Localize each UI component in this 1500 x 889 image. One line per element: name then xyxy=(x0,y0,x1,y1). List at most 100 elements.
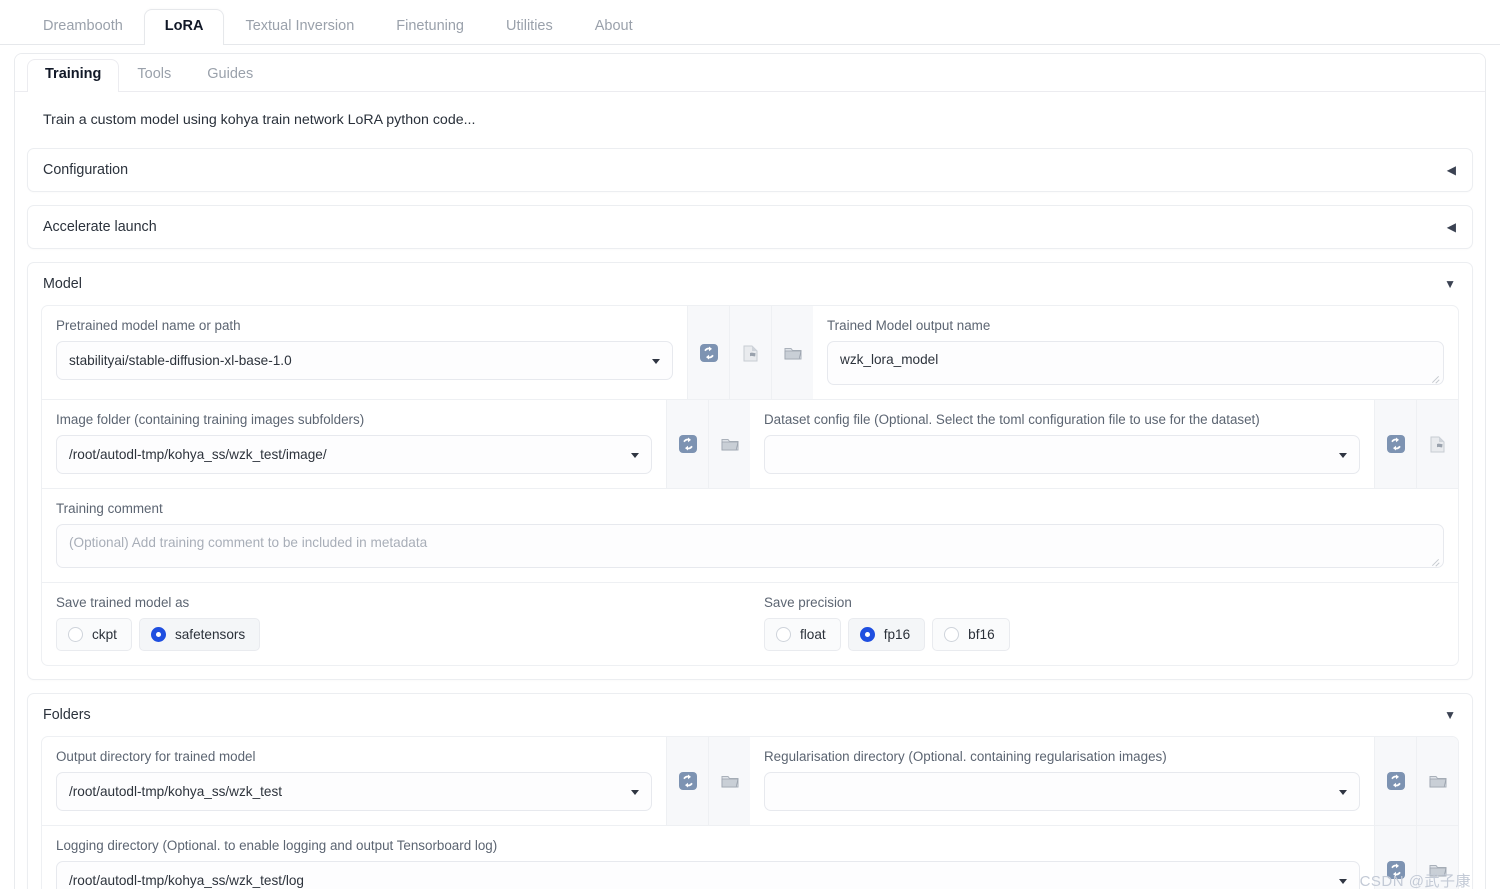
pretrained-model-actions xyxy=(687,306,813,399)
accordion-folders-title: Folders xyxy=(43,707,91,723)
model-row-4: Save trained model as ckpt safetensors S… xyxy=(42,583,1458,665)
radio-precision-float[interactable]: float xyxy=(764,618,841,651)
sub-tab-bar: Training Tools Guides xyxy=(15,54,1485,92)
model-field-group: Pretrained model name or path stabilitya… xyxy=(41,305,1459,666)
folder-open-icon-button[interactable] xyxy=(771,306,813,399)
image-folder-dropdown[interactable]: /root/autodl-tmp/kohya_ss/wzk_test/image… xyxy=(56,435,652,474)
accordion-model: Model ▼ Pretrained model name or path st… xyxy=(27,262,1473,680)
radio-save-as-safetensors[interactable]: safetensors xyxy=(138,618,261,651)
training-comment-label: Training comment xyxy=(56,501,163,516)
chevron-down-icon xyxy=(1339,789,1347,795)
radio-save-as-ckpt[interactable]: ckpt xyxy=(56,618,132,651)
tab-about[interactable]: About xyxy=(574,9,654,45)
folder-open-icon-button[interactable] xyxy=(708,400,750,488)
chevron-down-icon xyxy=(631,789,639,795)
radio-dot xyxy=(150,627,166,642)
folder-open-icon-button[interactable] xyxy=(1416,826,1458,889)
image-folder-actions xyxy=(666,400,750,488)
output-dir-value: /root/autodl-tmp/kohya_ss/wzk_test xyxy=(69,784,283,799)
accordion-configuration-header[interactable]: Configuration ◀ xyxy=(28,149,1472,191)
pretrained-model-dropdown[interactable]: stabilityai/stable-diffusion-xl-base-1.0 xyxy=(56,341,673,380)
tab-dreambooth[interactable]: Dreambooth xyxy=(22,9,144,45)
folder-open-icon-button[interactable] xyxy=(708,737,750,825)
lora-panel: Training Tools Guides Train a custom mod… xyxy=(14,53,1486,889)
radio-dot xyxy=(944,627,960,642)
logging-dir-actions xyxy=(1374,826,1458,889)
output-dir-cell: Output directory for trained model /root… xyxy=(42,737,666,825)
model-row-2: Image folder (containing training images… xyxy=(42,400,1458,489)
radio-label: safetensors xyxy=(174,627,246,642)
accordion-configuration: Configuration ◀ xyxy=(27,148,1473,192)
accordion-accelerate-launch-title: Accelerate launch xyxy=(43,219,157,235)
file-select-icon-button[interactable] xyxy=(1416,400,1458,488)
folder-open-icon-button[interactable] xyxy=(1416,737,1458,825)
output-dir-dropdown[interactable]: /root/autodl-tmp/kohya_ss/wzk_test xyxy=(56,772,652,811)
training-comment-placeholder: (Optional) Add training comment to be in… xyxy=(69,535,428,550)
image-folder-value: /root/autodl-tmp/kohya_ss/wzk_test/image… xyxy=(69,447,327,462)
refresh-icon-button[interactable] xyxy=(1374,826,1416,889)
tab-training[interactable]: Training xyxy=(27,59,120,92)
dataset-config-dropdown[interactable] xyxy=(764,435,1360,474)
pretrained-model-label: Pretrained model name or path xyxy=(56,318,241,333)
chevron-left-icon[interactable]: ◀ xyxy=(1447,221,1456,233)
chevron-down-icon xyxy=(1339,878,1347,884)
tab-textual-inversion[interactable]: Textual Inversion xyxy=(224,9,375,45)
refresh-icon-button[interactable] xyxy=(1374,400,1416,488)
save-precision-radio-group: float fp16 bf16 xyxy=(764,618,1444,651)
output-name-value: wzk_lora_model xyxy=(840,352,939,367)
resize-grip-icon[interactable] xyxy=(1429,371,1441,383)
dataset-config-cell: Dataset config file (Optional. Select th… xyxy=(750,400,1374,488)
model-row-3: Training comment (Optional) Add training… xyxy=(42,489,1458,583)
reg-dir-label: Regularisation directory (Optional. cont… xyxy=(764,749,1167,764)
dataset-config-actions xyxy=(1374,400,1458,488)
tab-guides[interactable]: Guides xyxy=(189,59,271,92)
accordion-folders-header[interactable]: Folders ▼ xyxy=(28,694,1472,736)
output-name-label: Trained Model output name xyxy=(827,318,991,333)
tab-finetuning[interactable]: Finetuning xyxy=(375,9,485,45)
chevron-down-icon[interactable]: ▼ xyxy=(1444,278,1456,290)
reg-dir-dropdown[interactable] xyxy=(764,772,1360,811)
save-precision-label: Save precision xyxy=(764,595,852,610)
intro-text: Train a custom model using kohya train n… xyxy=(43,112,476,128)
logging-dir-dropdown[interactable]: /root/autodl-tmp/kohya_ss/wzk_test/log xyxy=(56,861,1360,889)
refresh-icon-button[interactable] xyxy=(687,306,729,399)
save-as-label: Save trained model as xyxy=(56,595,190,610)
refresh-icon-button[interactable] xyxy=(1374,737,1416,825)
pretrained-model-value: stabilityai/stable-diffusion-xl-base-1.0 xyxy=(69,353,292,368)
resize-grip-icon[interactable] xyxy=(1429,554,1441,566)
chevron-down-icon xyxy=(652,358,660,364)
chevron-left-icon[interactable]: ◀ xyxy=(1447,164,1456,176)
image-folder-cell: Image folder (containing training images… xyxy=(42,400,666,488)
accordion-folders-body: Output directory for trained model /root… xyxy=(28,736,1472,889)
accordion-configuration-title: Configuration xyxy=(43,162,129,178)
tab-utilities[interactable]: Utilities xyxy=(485,9,574,45)
refresh-icon-button[interactable] xyxy=(666,400,708,488)
radio-dot xyxy=(68,627,83,642)
accordion-model-header[interactable]: Model ▼ xyxy=(28,263,1472,305)
logging-dir-cell: Logging directory (Optional. to enable l… xyxy=(42,826,1374,889)
save-precision-cell: Save precision float fp16 bf16 xyxy=(750,583,1458,665)
training-comment-input[interactable]: (Optional) Add training comment to be in… xyxy=(56,524,1444,568)
radio-precision-fp16[interactable]: fp16 xyxy=(847,618,926,651)
save-as-cell: Save trained model as ckpt safetensors xyxy=(42,583,750,665)
chevron-down-icon[interactable]: ▼ xyxy=(1444,709,1456,721)
folders-field-group: Output directory for trained model /root… xyxy=(41,736,1459,889)
logging-dir-label: Logging directory (Optional. to enable l… xyxy=(56,838,498,853)
image-folder-label: Image folder (containing training images… xyxy=(56,412,365,427)
file-select-icon-button[interactable] xyxy=(729,306,771,399)
tab-lora[interactable]: LoRA xyxy=(143,9,225,45)
radio-label: ckpt xyxy=(92,627,117,642)
refresh-icon-button[interactable] xyxy=(666,737,708,825)
radio-precision-bf16[interactable]: bf16 xyxy=(932,618,1010,651)
output-dir-label: Output directory for trained model xyxy=(56,749,256,764)
accordion-accelerate-launch-header[interactable]: Accelerate launch ◀ xyxy=(28,206,1472,248)
model-row-1: Pretrained model name or path stabilitya… xyxy=(42,306,1458,400)
top-tab-bar: Dreambooth LoRA Textual Inversion Finetu… xyxy=(0,0,1500,45)
tab-tools[interactable]: Tools xyxy=(119,59,189,92)
reg-dir-cell: Regularisation directory (Optional. cont… xyxy=(750,737,1374,825)
accordion-model-body: Pretrained model name or path stabilitya… xyxy=(28,305,1472,679)
radio-label: bf16 xyxy=(968,627,995,642)
dataset-config-label: Dataset config file (Optional. Select th… xyxy=(764,412,1260,427)
output-name-cell: Trained Model output name wzk_lora_model xyxy=(813,306,1458,399)
output-name-input[interactable]: wzk_lora_model xyxy=(827,341,1444,385)
